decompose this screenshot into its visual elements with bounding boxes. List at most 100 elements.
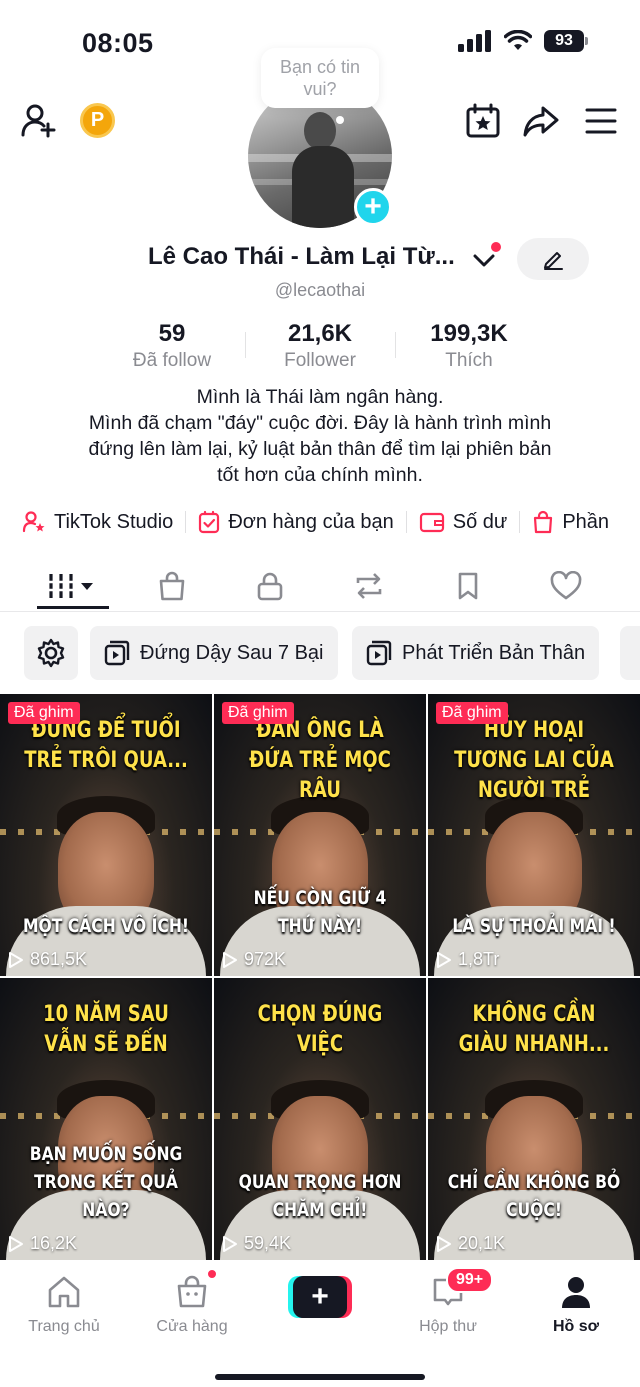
view-count: 1,8Tr	[436, 949, 499, 970]
create-button[interactable]: +	[288, 1276, 352, 1318]
calendar-button[interactable]	[464, 102, 502, 140]
tab-shop[interactable]	[142, 566, 202, 606]
bag-icon	[534, 510, 553, 534]
video-caption-bottom: BẠN MUỐN SỐNG TRONG KẾT QUẢ NÀO?	[29, 1143, 183, 1221]
collection-settings-button[interactable]	[24, 626, 78, 680]
video-thumbnail[interactable]: Đã ghim ĐÀN ÔNG LÀ ĐỨA TRẺ MỌC RÂU NẾU C…	[214, 694, 426, 976]
add-friend-button[interactable]	[20, 102, 58, 140]
view-count: 861,5K	[8, 949, 87, 970]
battery-level: 93	[544, 30, 584, 52]
wifi-icon	[504, 30, 532, 50]
shortcut-rewards[interactable]: Phần	[532, 510, 609, 534]
tab-reposts[interactable]	[339, 566, 399, 606]
profile-name[interactable]: Lê Cao Thái - Làm Lại Từ...	[148, 243, 455, 271]
nav-shop[interactable]: Cửa hàng	[128, 1272, 256, 1336]
view-count-value: 20,1K	[458, 1233, 506, 1253]
divider	[245, 332, 246, 358]
view-count: 20,1K	[436, 1233, 505, 1254]
collection-chip[interactable]	[620, 626, 640, 680]
video-caption-bottom: QUAN TRỌNG HƠN CHĂM CHỈ!	[238, 1171, 402, 1221]
shortcut-bar: TikTok Studio Đơn hàng của bạn Số dư Phầ…	[22, 506, 640, 538]
menu-button[interactable]	[582, 102, 620, 140]
view-count-value: 16,2K	[30, 1233, 78, 1253]
share-button[interactable]	[522, 102, 560, 140]
video-caption-bottom: LÀ SỰ THOẢI MÁI !	[452, 915, 616, 937]
video-caption-top: ĐỪNG ĐỂ TUỔI TRẺ TRÔI QUA...	[24, 718, 188, 773]
nav-label: Hồ sơ	[552, 1318, 600, 1335]
tab-liked[interactable]	[536, 566, 596, 606]
status-time: 08:05	[82, 28, 154, 58]
video-caption-top: HỦY HOẠI TƯƠNG LAI CỦA NGƯỜI TRẺ	[454, 718, 614, 803]
inbox-badge: 99+	[446, 1267, 494, 1293]
divider	[395, 332, 396, 358]
chevron-down-icon[interactable]	[472, 251, 496, 269]
shortcut-tiktok-studio[interactable]: TikTok Studio	[22, 510, 173, 534]
profile-icon	[562, 1277, 590, 1308]
shop-bag-icon	[177, 1275, 207, 1308]
play-icon	[223, 1235, 237, 1252]
battery-icon: 93	[544, 30, 588, 52]
pencil-icon	[544, 252, 563, 270]
playlist-icon	[104, 640, 130, 666]
view-count: 16,2K	[8, 1233, 77, 1254]
add-story-button[interactable]: +	[354, 188, 392, 226]
bio-line: tốt hơn của chính mình.	[217, 464, 423, 486]
profile-handle: @lecaothai	[274, 280, 366, 300]
video-thumbnail[interactable]: CHỌN ĐÚNG VIỆC QUAN TRỌNG HƠN CHĂM CHỈ! …	[214, 978, 426, 1260]
studio-icon	[22, 511, 45, 533]
heart-icon	[550, 571, 582, 600]
stat-likes[interactable]: 199,3K Thích	[389, 320, 549, 372]
nav-label: Hộp thư	[419, 1318, 477, 1335]
content-tabs	[0, 560, 640, 612]
nav-home[interactable]: Trang chủ	[0, 1272, 128, 1336]
video-caption-top: ĐÀN ÔNG LÀ ĐỨA TRẺ MỌC RÂU	[249, 718, 391, 803]
nav-label: Trang chủ	[28, 1318, 100, 1335]
edit-profile-button[interactable]	[517, 238, 589, 280]
status-bubble[interactable]: Bạn có tin vui?	[261, 48, 379, 108]
video-thumbnail[interactable]: 10 NĂM SAU VẪN SẼ ĐẾN BẠN MUỐN SỐNG TRON…	[0, 978, 212, 1260]
notification-dot	[491, 242, 501, 252]
stat-followers[interactable]: 21,6K Follower	[240, 320, 400, 372]
signal-icon	[458, 30, 491, 52]
profile-bio: Mình là Thái làm ngân hàng. Mình đã chạm…	[40, 384, 600, 488]
home-indicator	[215, 1374, 425, 1380]
pinned-badge: Đã ghim	[8, 702, 80, 724]
playlist-icon	[366, 640, 392, 666]
shortcut-label: Phần	[562, 510, 610, 533]
bookmark-icon	[458, 572, 478, 600]
play-icon	[9, 1235, 23, 1252]
coin-icon[interactable]: P	[80, 103, 115, 138]
pinned-badge: Đã ghim	[436, 702, 508, 724]
tab-favorites[interactable]	[438, 566, 498, 606]
collection-label: Đứng Dậy Sau 7 Bại	[140, 641, 324, 664]
wallet-icon	[419, 512, 444, 533]
bio-line: Mình đã chạm "đáy" cuộc đời. Đây là hành…	[88, 412, 552, 434]
bio-line: Mình là Thái làm ngân hàng.	[196, 386, 444, 408]
shortcut-orders[interactable]: Đơn hàng của bạn	[198, 510, 394, 534]
video-thumbnail[interactable]: KHÔNG CẦN GIÀU NHANH... CHỈ CẦN KHÔNG BỎ…	[428, 978, 640, 1260]
stat-following[interactable]: 59 Đã follow	[92, 320, 252, 372]
nav-label: Cửa hàng	[156, 1318, 228, 1335]
view-count-value: 861,5K	[30, 949, 88, 969]
tab-videos[interactable]	[38, 566, 108, 606]
profile-stats: 59 Đã follow 21,6K Follower 199,3K Thích	[0, 320, 640, 376]
stat-value: 59	[158, 320, 186, 347]
shop-icon	[159, 571, 185, 601]
video-thumbnail[interactable]: Đã ghim ĐỪNG ĐỂ TUỔI TRẺ TRÔI QUA... MỘT…	[0, 694, 212, 976]
view-count: 972K	[222, 949, 286, 970]
shortcut-label: Đơn hàng của bạn	[228, 510, 394, 533]
play-icon	[9, 951, 23, 968]
stat-label: Thích	[445, 350, 493, 371]
collection-chip[interactable]: Đứng Dậy Sau 7 Bại	[90, 626, 338, 680]
view-count-value: 59,4K	[244, 1233, 292, 1253]
tab-private[interactable]	[240, 566, 300, 606]
plus-icon: +	[293, 1276, 347, 1318]
gear-icon	[37, 638, 65, 668]
nav-profile[interactable]: Hồ sơ	[512, 1272, 640, 1336]
collection-chip[interactable]: Phát Triển Bản Thân	[352, 626, 600, 680]
video-thumbnail[interactable]: Đã ghim HỦY HOẠI TƯƠNG LAI CỦA NGƯỜI TRẺ…	[428, 694, 640, 976]
stat-label: Follower	[284, 350, 356, 371]
pinned-badge: Đã ghim	[222, 702, 294, 724]
shortcut-balance[interactable]: Số dư	[419, 511, 507, 534]
bottom-nav: Trang chủ Cửa hàng + Hộp thư Hồ sơ	[0, 1264, 640, 1387]
